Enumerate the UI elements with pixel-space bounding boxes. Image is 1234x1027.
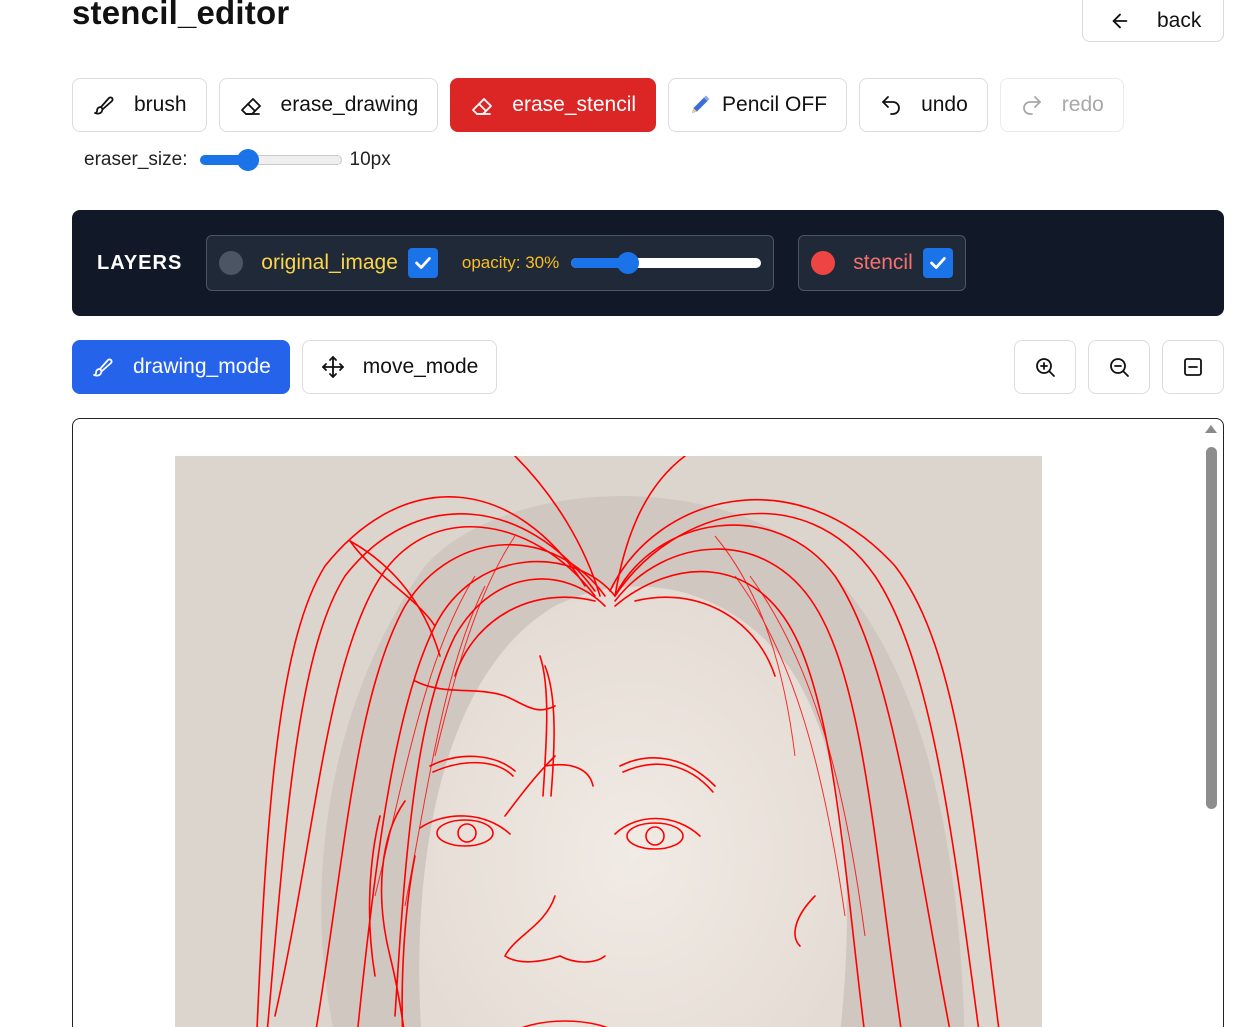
brush-icon [91, 355, 115, 379]
arrow-left-icon [1109, 10, 1131, 32]
erase-drawing-label: erase_drawing [280, 93, 419, 116]
brush-icon [92, 93, 116, 117]
eraser-size-slider[interactable] [199, 148, 342, 172]
drawing-mode-button[interactable]: drawing_mode [72, 340, 290, 394]
layer-visibility-checkbox[interactable] [922, 248, 953, 278]
zoom-out-icon [1110, 358, 1129, 377]
eraser-size-label: eraser_size: [84, 149, 188, 170]
layer-name: original_image [261, 251, 398, 274]
layer-original-image: original_image opacity: 30% [206, 235, 775, 291]
brush-button[interactable]: brush [72, 78, 207, 132]
erase-stencil-label: erase_stencil [512, 93, 637, 116]
redo-button[interactable]: redo [999, 78, 1124, 132]
erase-drawing-button[interactable]: erase_drawing [218, 78, 439, 132]
erase-stencil-button[interactable]: erase_stencil [450, 78, 657, 132]
pencil-label: Pencil OFF [722, 93, 828, 116]
pencil-toggle-button[interactable]: Pencil OFF [668, 78, 848, 132]
minus-square-icon [1184, 358, 1202, 376]
redo-icon [1020, 93, 1044, 117]
vertical-scrollbar-thumb[interactable] [1206, 447, 1217, 809]
check-icon [415, 257, 431, 269]
undo-icon [879, 93, 903, 117]
zoom-in-icon [1036, 358, 1055, 377]
tool-toolbar: brush erase_drawing erase_stencil Pencil… [72, 78, 1124, 132]
layer-color-dot [811, 251, 836, 275]
stencil-canvas-image[interactable] [175, 456, 1042, 1027]
slider-thumb[interactable] [236, 149, 259, 171]
move-mode-label: move_mode [362, 355, 479, 378]
back-button[interactable]: back [1082, 0, 1224, 42]
back-label: back [1157, 9, 1202, 32]
layer-visibility-checkbox[interactable] [407, 248, 438, 278]
fit-view-button[interactable] [1162, 340, 1224, 394]
redo-label: redo [1061, 93, 1104, 116]
move-icon [321, 355, 345, 379]
check-icon [929, 257, 946, 269]
eraser-size-value: 10px [349, 149, 391, 170]
page-title: stencil_editor [72, 0, 290, 31]
layer-color-dot [219, 251, 244, 275]
layers-panel: LAYERS original_image opacity: 30% stenc… [72, 210, 1224, 316]
layer-name: stencil [853, 251, 913, 274]
eraser-icon [239, 93, 263, 117]
move-mode-button[interactable]: move_mode [301, 340, 498, 394]
eraser-size-control: eraser_size: 10px [84, 148, 391, 172]
zoom-out-button[interactable] [1088, 340, 1150, 394]
opacity-slider[interactable] [571, 251, 762, 275]
mode-switcher: drawing_mode move_mode [72, 340, 498, 394]
undo-button[interactable]: undo [859, 78, 988, 132]
eraser-icon [470, 93, 494, 117]
zoom-controls [1014, 340, 1224, 394]
layer-stencil: stencil [798, 235, 966, 291]
drawing-mode-label: drawing_mode [133, 355, 271, 378]
drawing-canvas[interactable] [72, 418, 1224, 1027]
opacity-label: opacity: 30% [461, 253, 560, 272]
scroll-up-arrow[interactable] [1205, 425, 1217, 433]
pencil-icon [688, 93, 712, 117]
slider-thumb[interactable] [617, 252, 640, 274]
layers-title: LAYERS [97, 251, 183, 274]
undo-label: undo [921, 93, 968, 116]
zoom-in-button[interactable] [1014, 340, 1076, 394]
brush-label: brush [134, 93, 187, 116]
stencil-drawing [175, 456, 1042, 1027]
